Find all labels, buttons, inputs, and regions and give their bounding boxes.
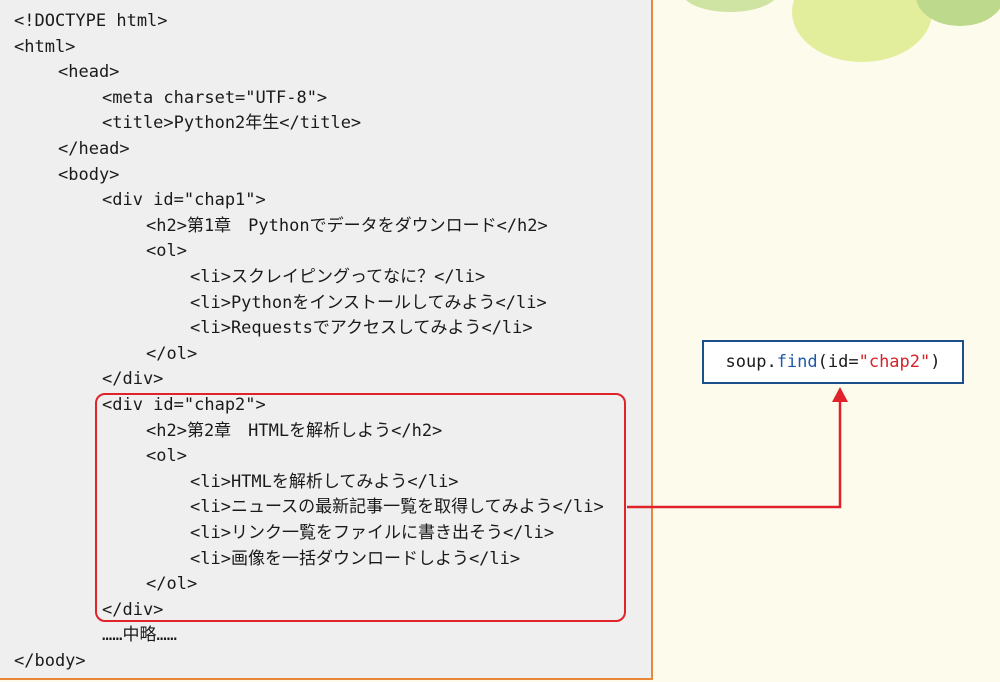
code-line: <meta charset="UTF-8">: [102, 87, 328, 108]
code-line: <body>: [58, 164, 120, 185]
code-line: <title>Python2年生</title>: [102, 113, 362, 134]
callout-args-close: ): [930, 352, 941, 372]
leaf-shape: [792, 0, 932, 62]
code-line: <ol>: [146, 241, 187, 262]
code-line: <li>Pythonをインストールしてみよう</li>: [190, 292, 547, 313]
soup-find-callout: soup. find (id= "chap2"): [702, 340, 964, 384]
code-line: <li>Requestsでアクセスしてみよう</li>: [190, 318, 533, 339]
code-line: </div>: [102, 369, 164, 390]
code-line: <head>: [58, 62, 120, 83]
html-source-panel: <!DOCTYPE html> <html> <head> <meta charset…: [0, 0, 653, 680]
code-line: </head>: [58, 139, 130, 159]
chap2-highlight-box: [95, 393, 626, 622]
code-line: <h2>第1章 Pythonでデータをダウンロード</h2>: [146, 215, 548, 236]
callout-arg-value: "chap2": [858, 352, 931, 372]
code-line: <li>スクレイピングってなに？</li>: [190, 267, 486, 287]
leaf-shape: [686, 0, 774, 12]
code-line: <div id="chap1">: [102, 190, 266, 211]
code-line: </ol>: [146, 343, 198, 364]
code-line: ……中略……: [102, 625, 177, 646]
callout-args-open: (id=: [817, 352, 859, 372]
code-line: <!DOCTYPE html>: [14, 11, 168, 31]
code-line: </body>: [14, 651, 86, 671]
code-line: <html>: [14, 36, 76, 57]
callout-method: find: [776, 352, 818, 372]
callout-object: soup.: [725, 352, 777, 372]
